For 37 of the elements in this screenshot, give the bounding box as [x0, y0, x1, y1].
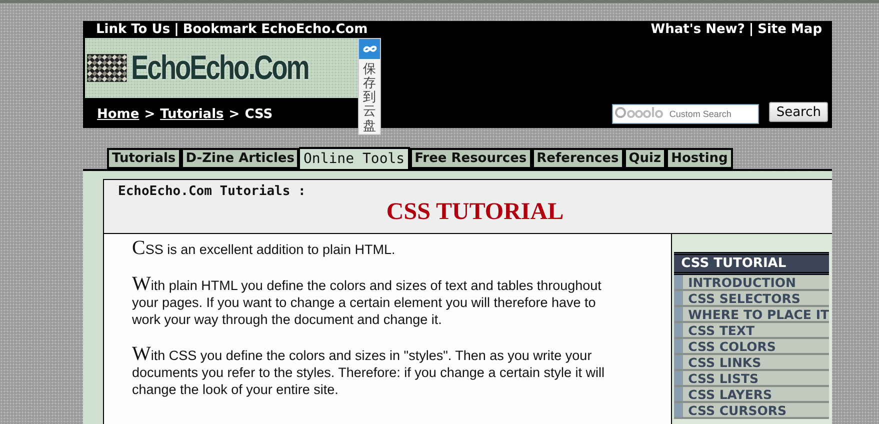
- breadcrumb-link[interactable]: Home: [97, 106, 140, 122]
- nav-tab[interactable]: Quiz: [624, 148, 666, 169]
- section-subtitle: EchoEcho.Com Tutorials :: [118, 184, 307, 199]
- sidebar-link[interactable]: CSS COLORS: [674, 339, 829, 355]
- sidebar-heading: CSS TUTORIAL: [674, 252, 829, 275]
- sidebar-link[interactable]: CSS LAYERS: [674, 387, 829, 403]
- paragraph: With plain HTML you define the colors and sizes of text and tables throughout your pages. If you want to change a certain element you will therefore have to work your way through the document and change it.: [132, 276, 602, 328]
- separator: |: [748, 22, 754, 38]
- nav-tab[interactable]: Free Resources: [410, 148, 532, 169]
- header-link[interactable]: What's New?: [650, 22, 745, 38]
- nav-tab[interactable]: Hosting: [666, 148, 733, 169]
- header-link[interactable]: Site Map: [758, 22, 822, 38]
- header-link[interactable]: Bookmark EchoEcho.Com: [182, 22, 368, 38]
- cloud-save-button[interactable]: 保存到云盘: [358, 38, 381, 135]
- sidebar-link[interactable]: WHERE TO PLACE IT: [674, 307, 829, 323]
- breadcrumb-separator: >: [228, 106, 240, 122]
- sidebar-link[interactable]: CSS LISTS: [674, 371, 829, 387]
- sidebar-link[interactable]: INTRODUCTION: [674, 275, 829, 291]
- sidebar-link[interactable]: CSS CURSORS: [674, 403, 829, 419]
- nav-tab[interactable]: References: [532, 148, 624, 169]
- search-field[interactable]: Custom Search: [612, 104, 760, 124]
- logo-text: EchoEcho.Com: [130, 48, 308, 88]
- separator: |: [174, 22, 179, 38]
- sidebar-link[interactable]: CSS LINKS: [674, 355, 829, 371]
- page-title: CSS TUTORIAL: [385, 199, 565, 226]
- breadcrumb-link[interactable]: Tutorials: [160, 106, 224, 122]
- paragraph: With CSS you define the colors and sizes in "styles". Then as you write your documents you refer to the styles. Therefore: if you change a certain style it will change the look of your entire site.: [132, 346, 606, 398]
- sidebar-link[interactable]: CSS TEXT: [674, 323, 829, 339]
- nav-tab[interactable]: Tutorials: [107, 148, 181, 169]
- nav-tab[interactable]: D-Zine Articles: [180, 148, 300, 169]
- breadcrumb-separator: >: [144, 106, 156, 122]
- header-link[interactable]: Link To Us: [96, 22, 170, 38]
- breadcrumb-current: CSS: [244, 106, 273, 122]
- search-button[interactable]: Search: [769, 102, 828, 122]
- sidebar-link[interactable]: CSS SELECTORS: [674, 291, 829, 307]
- paragraph: CSS is an excellent addition to plain HTML.: [132, 240, 396, 258]
- nav-tab[interactable]: Online Tools: [299, 147, 410, 169]
